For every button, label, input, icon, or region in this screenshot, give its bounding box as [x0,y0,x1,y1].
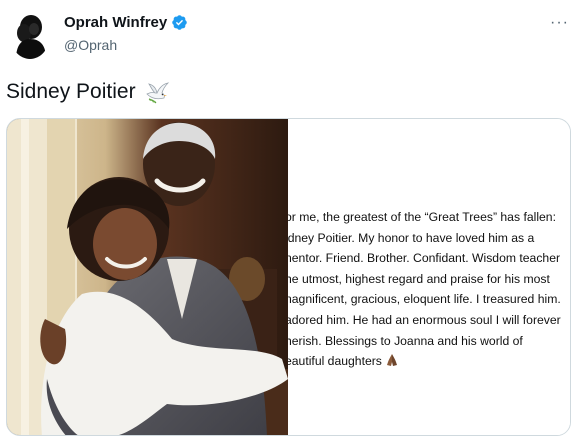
display-name[interactable]: Oprah Winfrey [64,14,188,31]
note-image[interactable]: or me, the greatest of the “Great Trees”… [288,119,570,435]
display-name-text: Oprah Winfrey [64,14,168,31]
photo-of-two-people-hugging[interactable] [7,119,288,435]
avatar[interactable] [10,11,50,59]
verified-badge-icon [172,15,187,30]
note-line: idney Poitier. My honor to have loved hi… [288,230,535,245]
note-line: nentor. Friend. Brother. Confidant. Wisd… [288,251,561,266]
note-line-last-text: eautiful daughters [288,354,382,369]
tweet-card: Oprah Winfrey @Oprah ··· Sidney Poitier [0,0,585,446]
more-options-button[interactable]: ··· [550,14,569,32]
avatar-silhouette-icon [10,11,50,59]
media-attachment[interactable]: or me, the greatest of the “Great Trees”… [6,118,571,436]
hug-photo-image [7,119,288,435]
note-line: he utmost, highest regard and praise for… [288,271,550,286]
note-line: herish. Blessings to Joanna and his worl… [288,333,523,348]
folded-hands-icon [386,354,397,367]
note-line: nagnificent, gracious, eloquent life. I … [288,292,561,307]
tweet-text-content: Sidney Poitier [6,80,136,103]
note-text: or me, the greatest of the “Great Trees”… [288,207,570,372]
note-line-last: eautiful daughters [288,351,570,372]
dove-icon [145,82,169,104]
tweet-text: Sidney Poitier [6,80,170,104]
note-line: adored him. He had an enormous soul I wi… [288,312,561,327]
note-line: or me, the greatest of the “Great Trees”… [288,210,556,224]
user-handle[interactable]: @Oprah [64,37,117,53]
